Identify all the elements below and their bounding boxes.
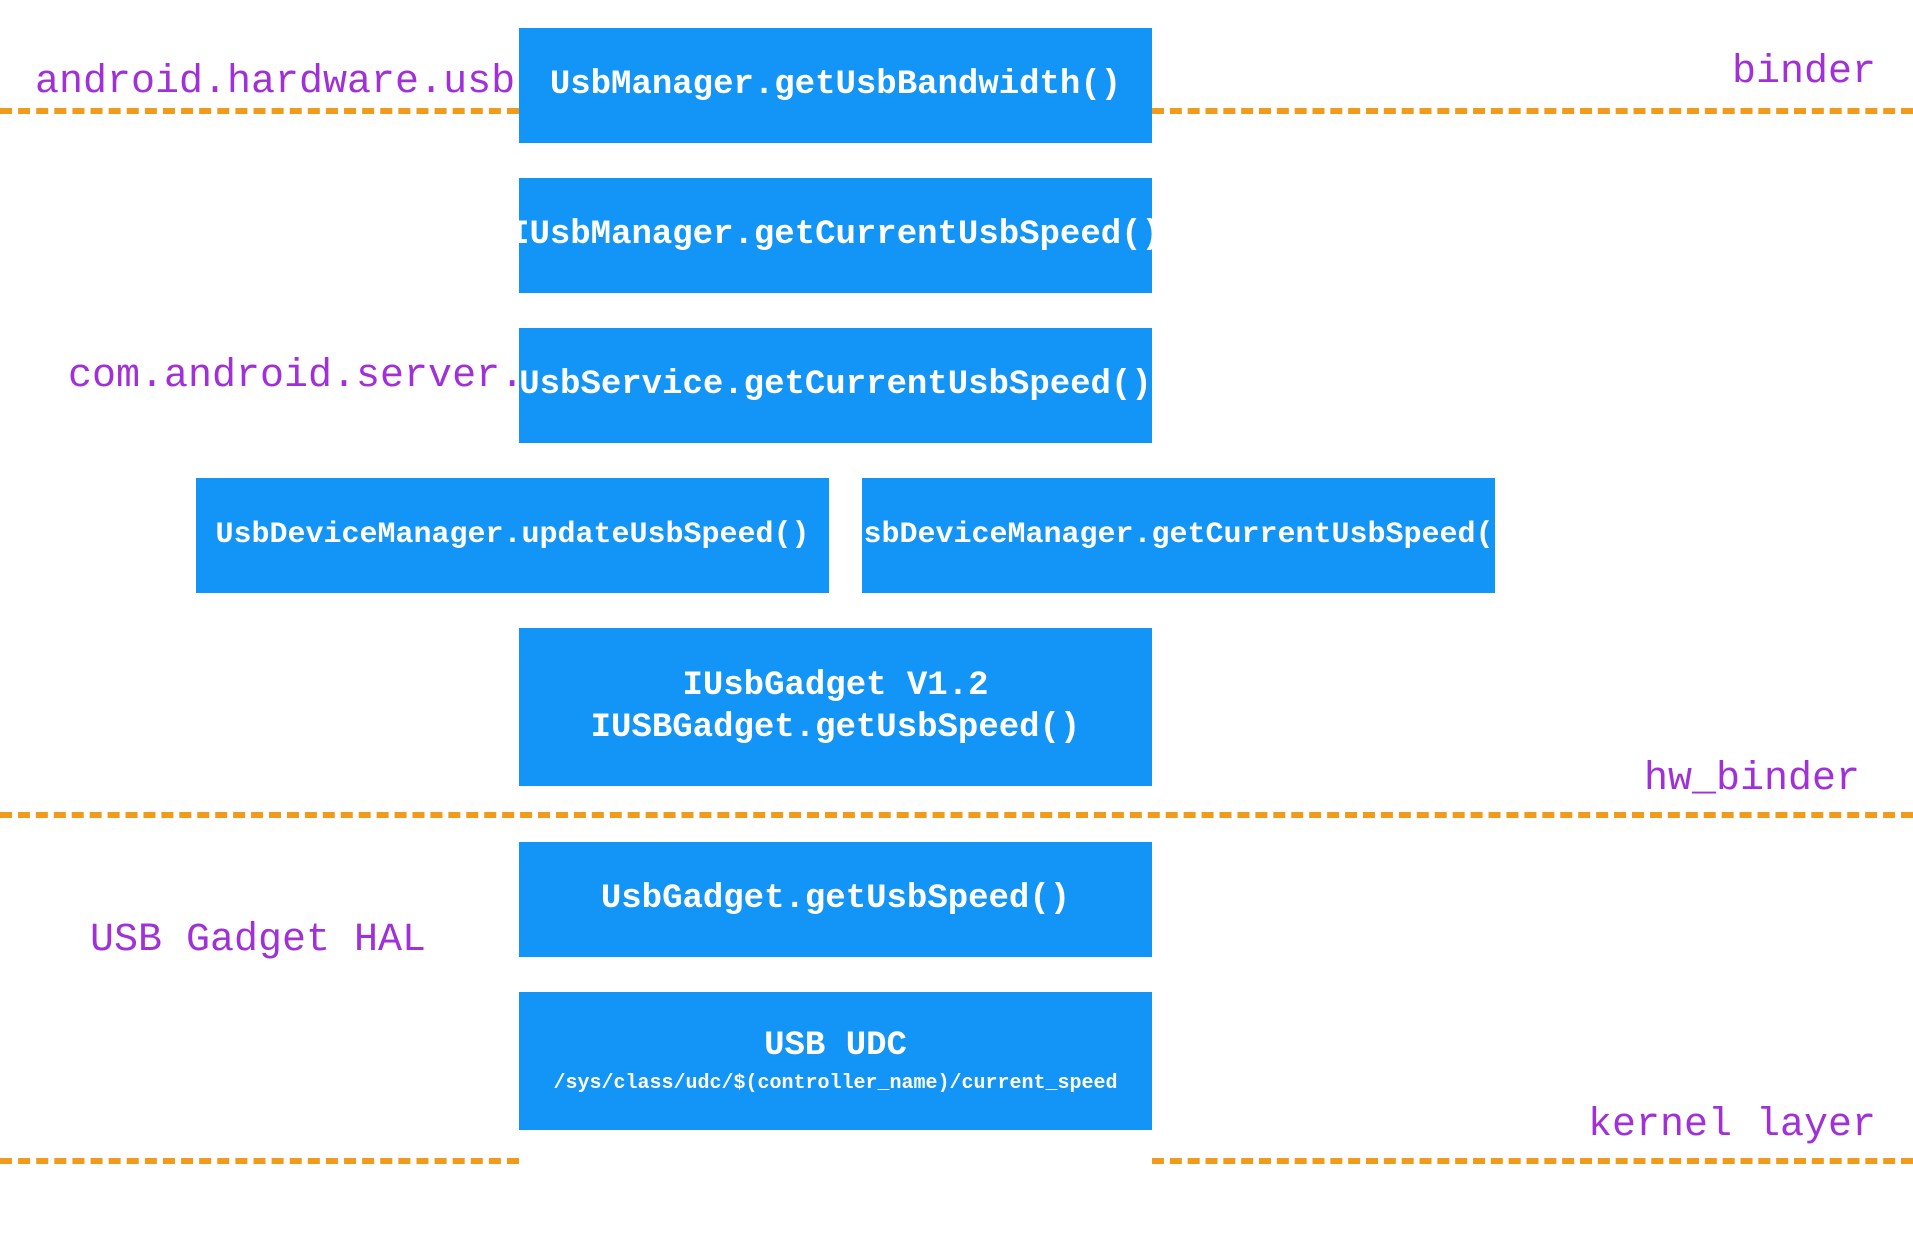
dash-kernel-right bbox=[1152, 1158, 1913, 1164]
dash-hwbinder-full bbox=[0, 812, 1913, 818]
box-usbmanager-getusbbandwidth: UsbManager.getUsbBandwidth() bbox=[519, 28, 1152, 143]
box-sub: IUSBGadget.getUsbSpeed() bbox=[591, 707, 1081, 750]
label-hw-binder: hw_binder bbox=[1644, 757, 1860, 802]
box-usbdevicemanager-updateusbspeed: UsbDeviceManager.updateUsbSpeed() bbox=[196, 478, 829, 593]
box-text: IUsbManager.getCurrentUsbSpeed() bbox=[509, 214, 1162, 257]
label-binder: binder bbox=[1732, 50, 1876, 95]
box-iusbmanager-getcurrentusbspeed: IUsbManager.getCurrentUsbSpeed() bbox=[519, 178, 1152, 293]
box-text: UsbDeviceManager.getCurrentUsbSpeed() bbox=[845, 517, 1511, 555]
box-usbdevicemanager-getcurrentusbspeed: UsbDeviceManager.getCurrentUsbSpeed() bbox=[862, 478, 1495, 593]
label-usb-gadget-hal: USB Gadget HAL bbox=[90, 918, 426, 963]
box-title: IUsbGadget V1.2 bbox=[682, 665, 988, 708]
dash-kernel-left bbox=[0, 1158, 519, 1164]
label-kernel-layer: kernel layer bbox=[1588, 1103, 1876, 1148]
box-path: /sys/class/udc/$(controller_name)/curren… bbox=[553, 1071, 1117, 1097]
label-android-hardware-usb: android.hardware.usb bbox=[35, 60, 515, 105]
box-text: UsbGadget.getUsbSpeed() bbox=[601, 878, 1070, 921]
dash-binder-right bbox=[1152, 108, 1913, 114]
box-text: UsbManager.getUsbBandwidth() bbox=[550, 64, 1121, 107]
box-usbgadget-getusbspeed: UsbGadget.getUsbSpeed() bbox=[519, 842, 1152, 957]
box-usbservice-getcurrentusbspeed: UsbService.getCurrentUsbSpeed() bbox=[519, 328, 1152, 443]
box-usb-udc: USB UDC /sys/class/udc/$(controller_name… bbox=[519, 992, 1152, 1130]
box-title: USB UDC bbox=[764, 1025, 907, 1068]
box-iusbgadget: IUsbGadget V1.2 IUSBGadget.getUsbSpeed() bbox=[519, 628, 1152, 786]
box-text: UsbDeviceManager.updateUsbSpeed() bbox=[215, 517, 809, 555]
diagram-canvas: android.hardware.usb binder com.android.… bbox=[0, 0, 1913, 1243]
box-text: UsbService.getCurrentUsbSpeed() bbox=[519, 364, 1152, 407]
label-com-android-server-usb: com.android.server.usb bbox=[68, 354, 596, 399]
dash-binder-left bbox=[0, 108, 519, 114]
